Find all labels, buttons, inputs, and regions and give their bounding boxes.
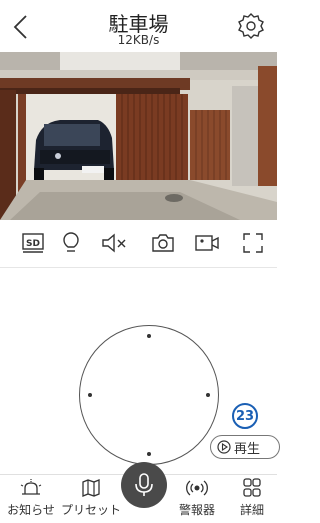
nav-details-label: 詳細 — [239, 503, 264, 517]
ptz-left-dot[interactable] — [88, 393, 92, 397]
camera-frame-image — [0, 52, 277, 220]
talk-button[interactable] — [121, 462, 167, 508]
sd-card-icon: SD — [22, 233, 44, 253]
lightbulb-icon — [63, 232, 79, 252]
fullscreen-icon — [243, 233, 263, 253]
mute-button[interactable] — [98, 228, 132, 258]
bell-icon — [20, 479, 42, 495]
app-header: 駐車場 12KB/s — [0, 0, 277, 52]
light-button[interactable] — [54, 228, 88, 258]
nav-presets-label: プリセット — [60, 503, 121, 517]
record-button[interactable] — [190, 228, 224, 258]
camera-live-view[interactable] — [0, 52, 277, 220]
nav-presets[interactable]: プリセット — [56, 478, 126, 522]
bitrate-text: 12KB/s — [117, 33, 160, 47]
nav-alarm-label: 警報器 — [178, 503, 215, 517]
camera-icon — [152, 234, 174, 252]
microphone-icon — [135, 473, 153, 496]
nav-notifications-label: お知らせ — [7, 503, 55, 517]
gear-icon — [238, 13, 264, 39]
playback-label: 再生 — [234, 441, 261, 457]
alarm-icon — [186, 480, 208, 496]
nav-alarm[interactable]: 警報器 — [172, 478, 222, 522]
sd-label: SD — [26, 239, 40, 249]
settings-button[interactable] — [237, 12, 265, 40]
ptz-right-dot[interactable] — [206, 393, 210, 397]
sd-card-button[interactable]: SD — [16, 228, 50, 258]
fullscreen-button[interactable] — [236, 228, 270, 258]
playback-button[interactable]: 再生 — [210, 435, 280, 459]
nav-details[interactable]: 詳細 — [230, 478, 274, 522]
ptz-up-dot[interactable] — [147, 334, 151, 338]
grid-icon — [243, 478, 261, 497]
callout-number-badge: 23 — [232, 403, 258, 429]
snapshot-button[interactable] — [146, 228, 180, 258]
ptz-direction-pad[interactable] — [79, 325, 219, 465]
map-icon — [82, 479, 100, 497]
toolbar-divider — [0, 267, 277, 268]
speaker-muted-icon — [102, 233, 126, 253]
camera-toolbar: SD — [0, 224, 277, 264]
nav-notifications[interactable]: お知らせ — [0, 478, 62, 522]
video-record-icon — [195, 235, 219, 251]
playback-icon — [217, 440, 231, 454]
ptz-down-dot[interactable] — [147, 452, 151, 456]
